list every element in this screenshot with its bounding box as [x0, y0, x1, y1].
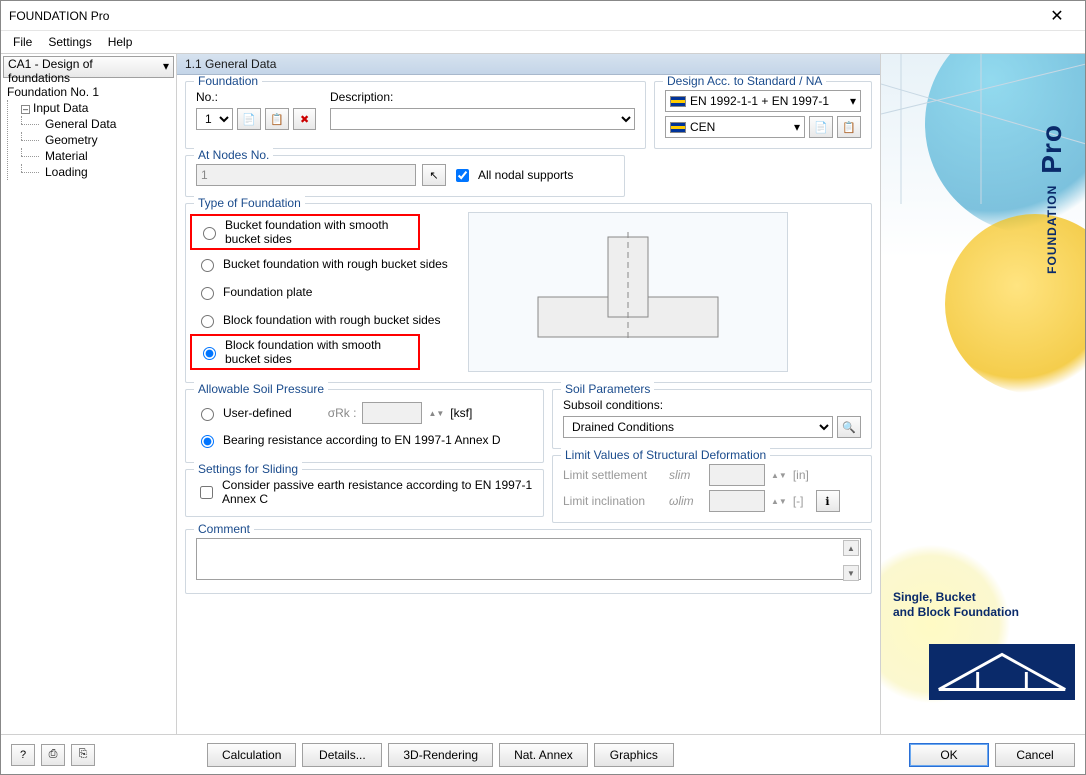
group-at-nodes: At Nodes No. ↖ All nodal supports — [185, 155, 625, 197]
no-select[interactable]: 1 — [196, 108, 233, 130]
all-nodal-check[interactable]: All nodal supports — [452, 166, 573, 185]
group-sliding: Settings for Sliding Consider passive ea… — [185, 469, 544, 517]
case-select[interactable]: CA1 - Design of foundations — [3, 56, 174, 78]
desc-select[interactable] — [330, 108, 635, 130]
info-icon[interactable]: ℹ — [816, 490, 840, 512]
eu-flag-icon — [670, 96, 686, 107]
na-lib-icon[interactable]: 📋 — [837, 116, 861, 138]
comment-scroll[interactable]: ▲▼ — [843, 540, 859, 581]
brand-logo — [929, 644, 1075, 700]
tree-loading[interactable]: Loading — [17, 164, 174, 180]
left-panel: CA1 - Design of foundations Foundation N… — [1, 54, 177, 734]
brand-title: FOUNDATION Pro — [1031, 124, 1073, 274]
type-opt-2[interactable]: Foundation plate — [196, 280, 448, 304]
tree-geometry[interactable]: Geometry — [17, 132, 174, 148]
titlebar: FOUNDATION Pro ✕ — [1, 1, 1085, 31]
subsoil-select[interactable]: Drained Conditions — [563, 416, 833, 438]
tree-root[interactable]: Foundation No. 1 — [3, 84, 174, 100]
menubar: File Settings Help — [1, 31, 1085, 53]
wlim-input — [709, 490, 765, 512]
copy-icon[interactable]: 📋 — [265, 108, 289, 130]
group-allowable: Allowable Soil Pressure User-defined σRk… — [185, 389, 544, 463]
allowable-bearing[interactable]: Bearing resistance according to EN 1997-… — [196, 428, 533, 452]
nodes-input — [196, 164, 416, 186]
menu-file[interactable]: File — [7, 33, 38, 51]
type-opt-0[interactable]: Bucket foundation with smooth bucket sid… — [190, 214, 420, 250]
group-soil: Soil Parameters Subsoil conditions: Drai… — [552, 389, 872, 449]
group-type: Type of Foundation Bucket foundation wit… — [185, 203, 872, 383]
brand-subtitle: Single, Bucketand Block Foundation — [893, 590, 1019, 620]
group-standard: Design Acc. to Standard / NA EN 1992-1-1… — [654, 81, 872, 149]
group-foundation: Foundation No.: 1 📄 📋 ✖ De — [185, 81, 646, 149]
close-button[interactable]: ✕ — [1037, 1, 1077, 31]
delete-icon[interactable]: ✖ — [293, 108, 316, 130]
footer: ? ⎙ ⎘ Calculation Details... 3D-Renderin… — [1, 734, 1085, 774]
tree-general-data[interactable]: General Data — [17, 116, 174, 132]
window-title: FOUNDATION Pro — [9, 9, 1037, 23]
tree-input-data[interactable]: –Input Data — [17, 100, 174, 116]
center-panel: 1.1 General Data Foundation No.: 1 📄 📋 ✖ — [177, 54, 880, 734]
graphics-button[interactable]: Graphics — [594, 743, 674, 767]
menu-help[interactable]: Help — [102, 33, 139, 51]
sliding-check[interactable]: Consider passive earth resistance accord… — [196, 478, 533, 506]
type-opt-1[interactable]: Bucket foundation with rough bucket side… — [196, 252, 448, 276]
type-opt-3[interactable]: Block foundation with rough bucket sides — [196, 308, 448, 332]
export-icon[interactable]: ⎙ — [41, 744, 65, 766]
calculation-button[interactable]: Calculation — [207, 743, 296, 767]
na-select[interactable]: CEN▾ — [665, 116, 805, 138]
foundation-diagram — [468, 212, 788, 372]
ok-button[interactable]: OK — [909, 743, 989, 767]
new-icon[interactable]: 📄 — [237, 108, 261, 130]
na-new-icon[interactable]: 📄 — [809, 116, 833, 138]
soil-details-icon[interactable]: 🔍 — [837, 416, 861, 438]
type-opt-4[interactable]: Block foundation with smooth bucket side… — [190, 334, 420, 370]
details-button[interactable]: Details... — [302, 743, 382, 767]
group-limits: Limit Values of Structural Deformation L… — [552, 455, 872, 523]
rendering-button[interactable]: 3D-Rendering — [388, 743, 493, 767]
cancel-button[interactable]: Cancel — [995, 743, 1075, 767]
brand-panel: FOUNDATION Pro Single, Bucketand Block F… — [880, 54, 1085, 734]
comment-textarea[interactable] — [196, 538, 861, 580]
help-icon[interactable]: ? — [11, 744, 35, 766]
no-label: No.: — [196, 90, 316, 104]
eu-flag-icon — [670, 122, 686, 133]
pick-node-icon[interactable]: ↖ — [422, 164, 446, 186]
allowable-user[interactable]: User-defined σRk : ▲▼ [ksf] — [196, 398, 533, 428]
sigma-input — [362, 402, 422, 424]
menu-settings[interactable]: Settings — [42, 33, 97, 51]
group-comment: Comment ▲▼ — [185, 529, 872, 594]
standard-select[interactable]: EN 1992-1-1 + EN 1997-1▾ — [665, 90, 861, 112]
section-header: 1.1 General Data — [177, 54, 880, 75]
slim-input — [709, 464, 765, 486]
tree-material[interactable]: Material — [17, 148, 174, 164]
annex-button[interactable]: Nat. Annex — [499, 743, 588, 767]
export2-icon[interactable]: ⎘ — [71, 744, 95, 766]
nav-tree: Foundation No. 1 –Input Data General Dat… — [1, 80, 176, 184]
desc-label: Description: — [330, 90, 635, 104]
